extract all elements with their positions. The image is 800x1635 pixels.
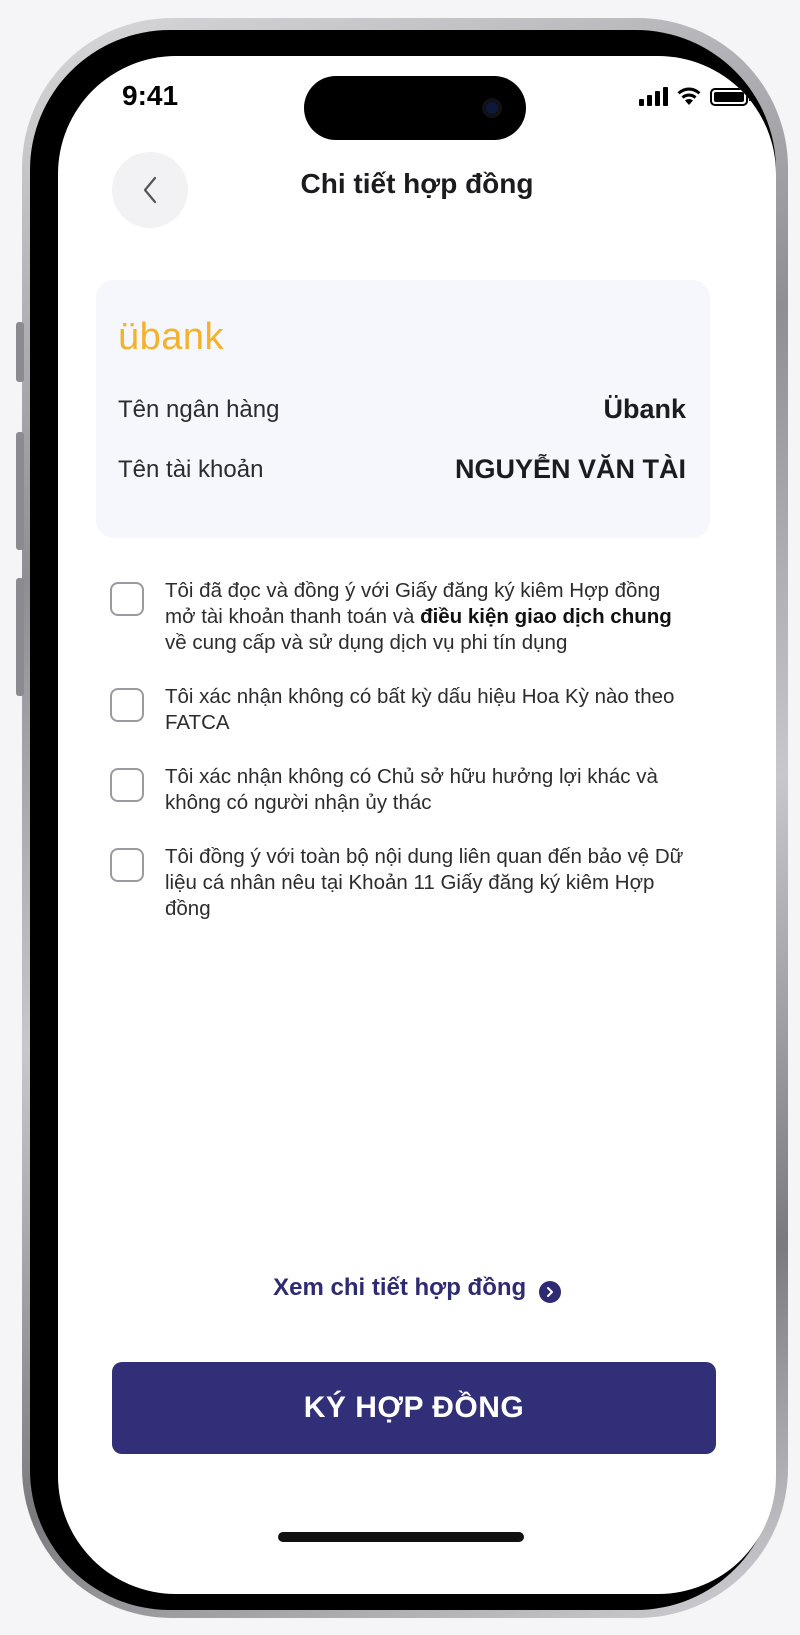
cellular-signal-icon [639,86,668,106]
checkbox-fatca[interactable] [110,688,144,722]
checkbox-personal-data[interactable] [110,848,144,882]
battery-icon [710,88,752,106]
bank-name-value: Übank [603,394,686,424]
silent-switch [16,322,24,382]
term-text: Tôi xác nhận không có Chủ sở hữu hưởng l… [165,765,658,814]
view-contract-link[interactable]: Xem chi tiết hợp đồng [58,1274,776,1303]
term-personal-data[interactable]: Tôi đồng ý với toàn bộ nội dung liên qua… [110,844,690,922]
term-general-conditions[interactable]: Tôi đã đọc và đồng ý với Giấy đăng ký ki… [110,578,690,656]
view-contract-label: Xem chi tiết hợp đồng [273,1274,527,1301]
app-screen: 9:41 Chi tiết hợp đồng übank Tên ngân hà… [58,56,776,1594]
general-conditions-link: điều kiện giao dịch chung [420,605,672,628]
chevron-right-circle-icon [538,1281,561,1303]
bank-name-label: Tên ngân hàng [118,395,280,423]
volume-up-button [16,432,24,550]
dynamic-island [304,76,526,140]
term-text: Tôi đã đọc và đồng ý với Giấy đăng ký ki… [165,579,672,654]
volume-down-button [16,578,24,696]
checkbox-general-conditions[interactable] [110,582,144,616]
account-name-value: NGUYỄN VĂN TÀI [454,454,686,484]
account-name-row: Tên tài khoản NGUYỄN VĂN TÀI [118,454,686,485]
front-camera-icon [482,98,502,118]
account-name-label: Tên tài khoản [118,455,264,483]
page-title: Chi tiết hợp đồng [300,168,534,199]
checkbox-beneficial-owner[interactable] [110,768,144,802]
term-fatca[interactable]: Tôi xác nhận không có bất kỳ dấu hiệu Ho… [110,684,690,736]
bank-name-row: Tên ngân hàng Übank [118,394,686,425]
ubank-logo: übank [118,316,225,358]
sign-contract-button[interactable]: KÝ HỢP ĐỒNG [112,1362,716,1454]
home-indicator [278,1532,524,1542]
status-icons [639,86,752,106]
term-beneficial-owner[interactable]: Tôi xác nhận không có Chủ sở hữu hưởng l… [110,764,690,816]
status-time: 9:41 [122,80,179,111]
bank-info-card: übank Tên ngân hàng Übank Tên tài khoản … [96,280,710,538]
term-text: Tôi xác nhận không có bất kỳ dấu hiệu Ho… [165,685,675,734]
wifi-icon [677,87,701,105]
term-text: Tôi đồng ý với toàn bộ nội dung liên qua… [165,845,684,920]
terms-list: Tôi đã đọc và đồng ý với Giấy đăng ký ki… [110,578,690,950]
